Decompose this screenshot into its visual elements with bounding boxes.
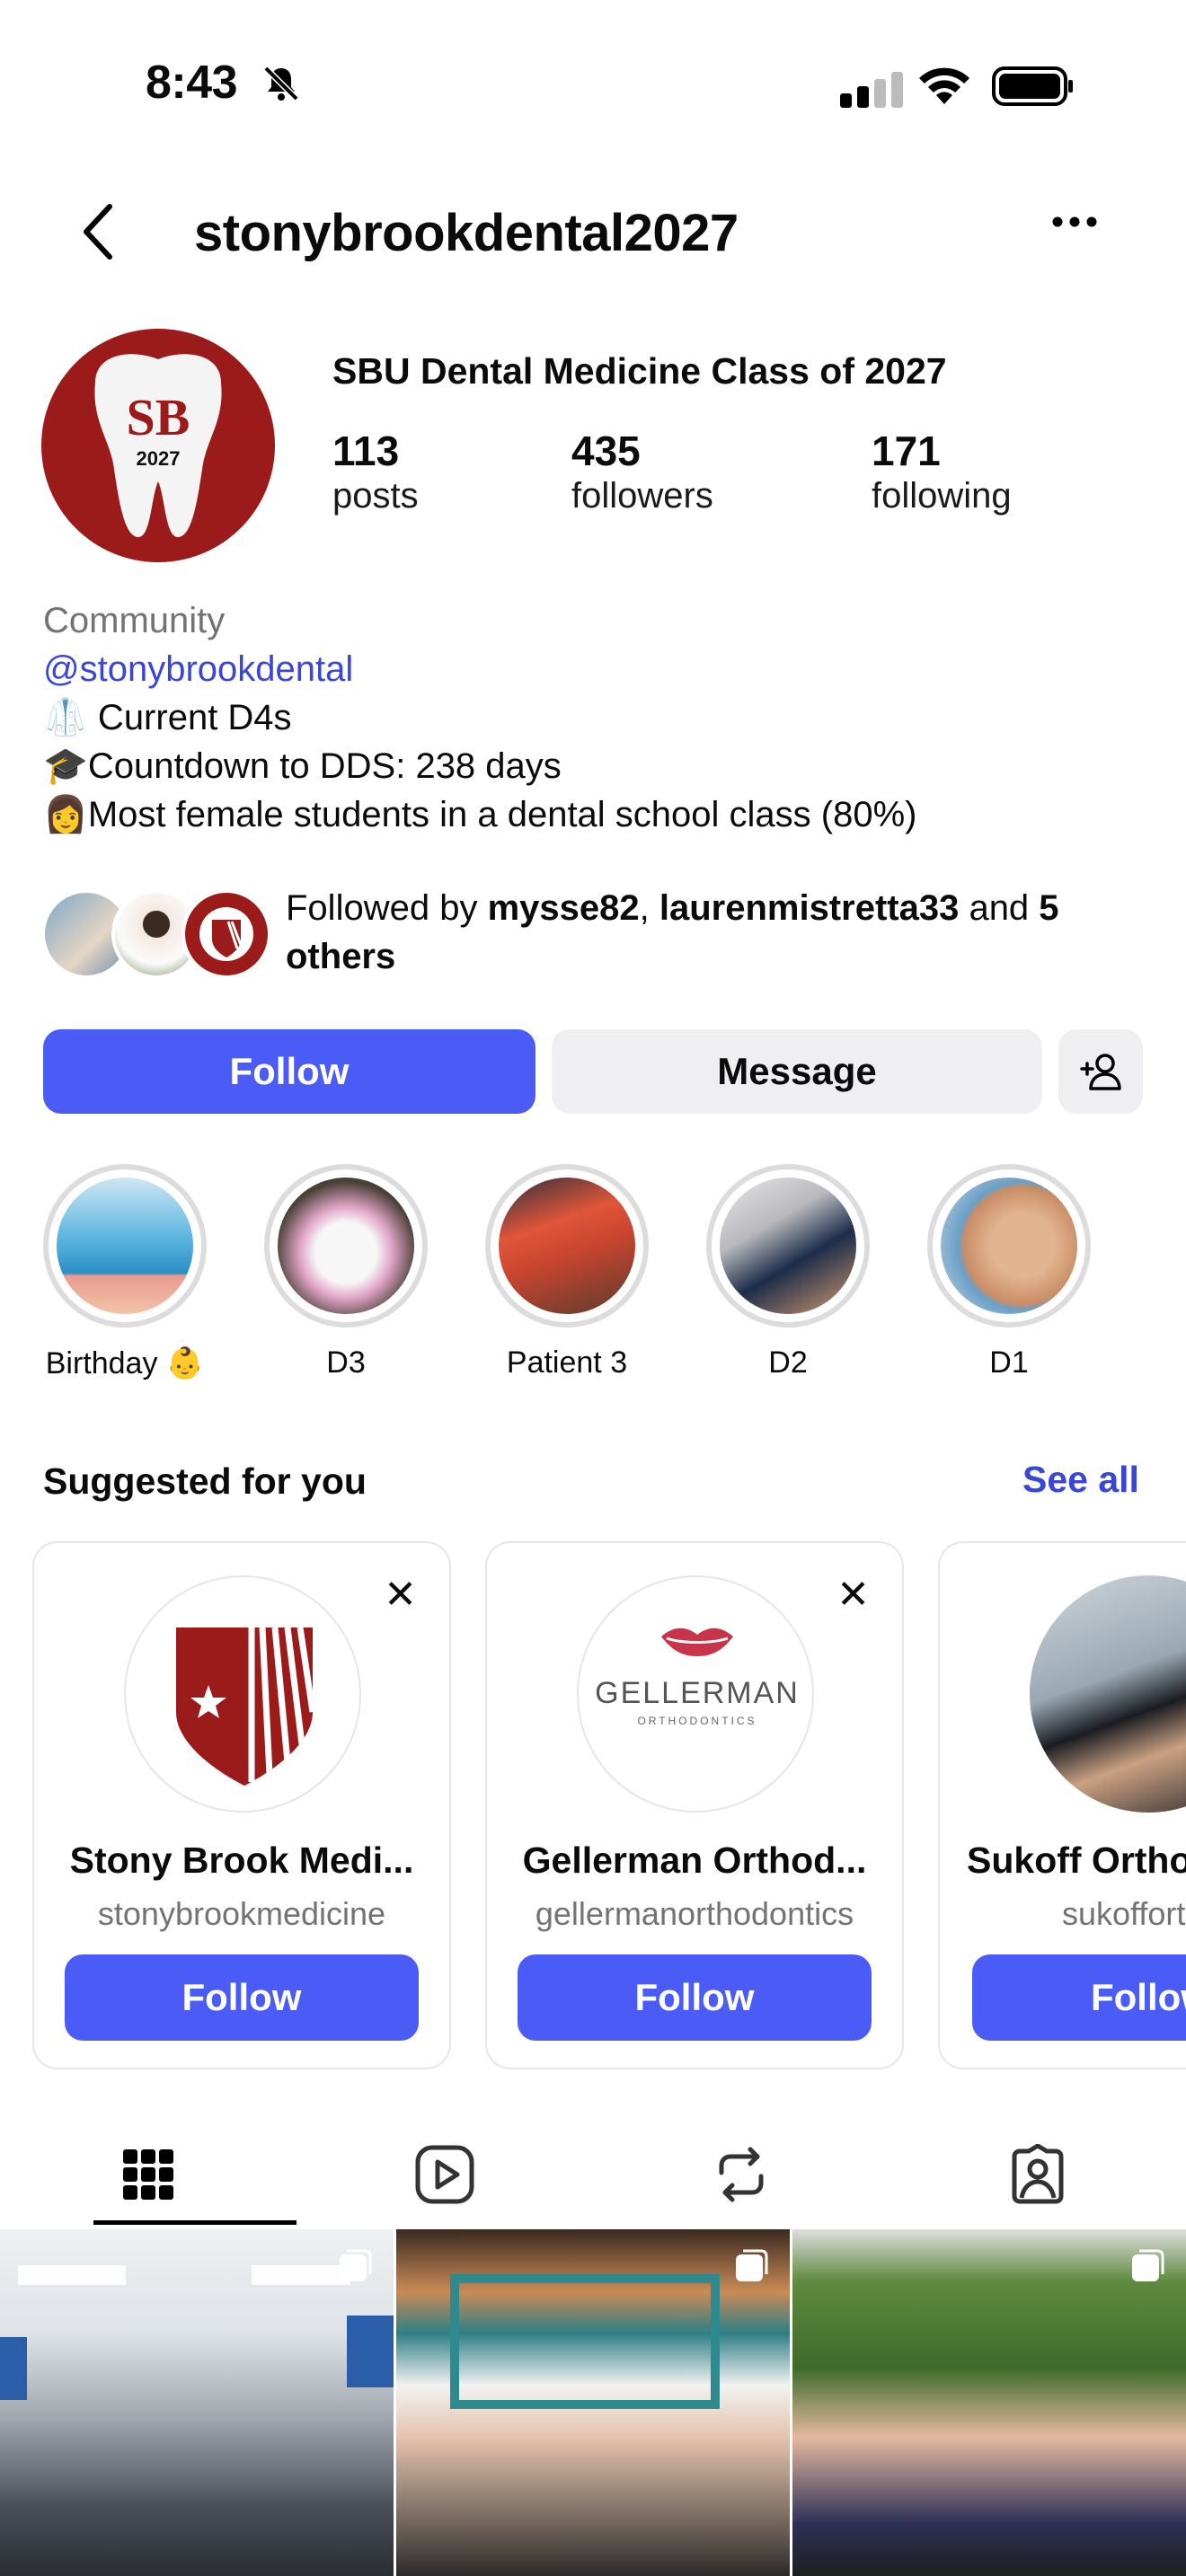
suggestion-name: Gellerman Orthod... [522,1839,867,1881]
suggestion-card[interactable]: Sukoff Orthod... sukofforthodontics Foll… [938,1541,1186,2069]
wifi-icon [919,67,969,104]
highlight-cover [278,1178,414,1314]
mutual-avatar [181,889,271,979]
suggestion-follow-button[interactable]: Follow [972,1954,1186,2041]
suggestion-handle: sukofforthodontics [1062,1895,1186,1932]
active-tab-indicator [93,2220,296,2225]
add-person-icon [1080,1054,1121,1090]
suggestion-handle: stonybrookmedicine [97,1895,386,1932]
suggested-title: Suggested for you [43,1460,367,1502]
tab-posts-grid[interactable] [108,2134,189,2215]
suggestion-handle: gellermanorthodontics [535,1895,854,1932]
suggestion-name: Sukoff Orthod... [967,1839,1186,1881]
stat-posts-label: posts [332,476,419,516]
suggestion-card[interactable]: ✕ GELLERMAN ORTHODONTICS Gellerman Ortho… [485,1541,904,2069]
highlight-birthday[interactable]: Birthday 👶 [40,1164,210,1381]
followed-by-prefix: Followed by [286,888,488,928]
highlight-d2[interactable]: D2 [703,1164,873,1381]
reposts-icon [719,2147,764,2202]
highlight-label: D3 [326,1345,366,1380]
highlight-label: Patient 3 [506,1345,628,1380]
bio-line: 🎓Countdown to DDS: 238 days [43,742,917,790]
message-button[interactable]: Message [552,1029,1042,1114]
suggestion-card[interactable]: ✕ Stony Brook Medi... stonybrookmedicine… [32,1541,451,2069]
stat-following[interactable]: 171 following [872,428,1012,517]
bio-line-text: Countdown to DDS: 238 days [87,746,562,786]
suggestion-avatar: GELLERMAN ORTHODONTICS [577,1575,814,1813]
multiple-posts-icon [736,2249,768,2281]
bio-category: Community [43,601,226,640]
multiple-posts-icon [1132,2249,1164,2281]
tab-tagged[interactable] [997,2134,1078,2215]
profile-bio: Community @stonybrookdental 🥼 Current D4… [43,596,917,839]
stat-followers[interactable]: 435 followers [571,428,713,517]
mutual-followers-avatars[interactable] [41,889,271,979]
silent-bell-icon [263,66,299,101]
highlight-patient-3[interactable]: Patient 3 [482,1164,652,1381]
followed-by-and: and [959,888,1040,928]
lips-logo-icon: GELLERMAN ORTHODONTICS [595,1628,800,1727]
highlight-label: D2 [768,1345,808,1380]
highlight-label: Birthday 👶 [45,1346,205,1381]
stat-following-count: 171 [872,428,941,474]
suggestion-follow-button[interactable]: Follow [518,1954,872,2041]
suggestion-follow-button[interactable]: Follow [65,1954,419,2041]
highlight-label: D1 [989,1345,1029,1380]
status-time: 8:43 [146,57,238,109]
profile-username: stonybrookdental2027 [194,204,739,262]
reels-icon [415,2145,474,2204]
bio-handle-link[interactable]: @stonybrookdental [43,645,917,693]
grid-icon [123,2149,173,2200]
followed-by-text[interactable]: Followed by mysse82, laurenmistretta33 a… [286,884,1148,981]
highlight-cover [499,1178,635,1314]
grad-cap-emoji: 🎓 [43,746,88,786]
gellerman-logo-text: GELLERMAN [595,1676,800,1710]
battery-icon [992,66,1073,106]
multiple-posts-icon [340,2249,372,2281]
highlight-d1[interactable]: D1 [924,1164,1094,1381]
see-all-link[interactable]: See all [1022,1459,1139,1501]
follow-button[interactable]: Follow [43,1029,535,1114]
gellerman-logo-sub: ORTHODONTICS [637,1715,757,1727]
followed-by-sep: , [639,888,659,928]
post-thumbnail[interactable] [0,2229,394,2576]
highlight-cover [720,1178,856,1314]
avatar-year-text: 2027 [137,447,181,470]
display-name: SBU Dental Medicine Class of 2027 [332,350,947,392]
back-chevron-icon[interactable] [81,203,117,260]
avatar-sb-text: SB [127,388,190,446]
dismiss-suggestion-icon[interactable]: ✕ [384,1575,417,1615]
suggestion-avatar [124,1575,361,1813]
shield-logo-icon [176,1627,316,1786]
post-thumbnail[interactable] [396,2229,790,2576]
lab-coat-emoji: 🥼 [43,698,88,737]
bio-line-text: Most female students in a dental school … [87,795,917,834]
followed-by-user[interactable]: mysse82 [488,888,640,928]
followed-by-user[interactable]: laurenmistretta33 [659,888,959,928]
stat-followers-label: followers [571,476,713,516]
stat-followers-count: 435 [571,428,641,474]
bio-line-text: Current D4s [87,698,292,737]
stat-posts[interactable]: 113 posts [332,428,419,517]
stat-posts-count: 113 [332,428,400,474]
bio-line: 👩Most female students in a dental school… [43,790,917,839]
suggestion-avatar [1030,1575,1186,1813]
more-options-icon[interactable] [1051,216,1098,228]
highlight-cover [941,1178,1077,1314]
cell-signal-icon [840,72,908,108]
profile-avatar[interactable]: SB 2027 [41,329,275,562]
woman-emoji: 👩 [43,795,88,834]
post-thumbnail[interactable] [792,2229,1186,2576]
stat-following-label: following [872,476,1012,516]
dismiss-suggestion-icon[interactable]: ✕ [836,1575,870,1615]
tab-reels[interactable] [404,2134,485,2215]
tab-reposts[interactable] [701,2134,782,2215]
suggest-users-button[interactable] [1058,1029,1143,1114]
suggestion-name: Stony Brook Medi... [69,1839,414,1881]
tooth-logo-icon: SB 2027 [94,354,222,537]
highlight-d3[interactable]: D3 [261,1164,431,1381]
bio-line: 🥼 Current D4s [43,693,917,742]
tagged-icon [1012,2144,1064,2204]
highlight-cover [57,1178,193,1314]
